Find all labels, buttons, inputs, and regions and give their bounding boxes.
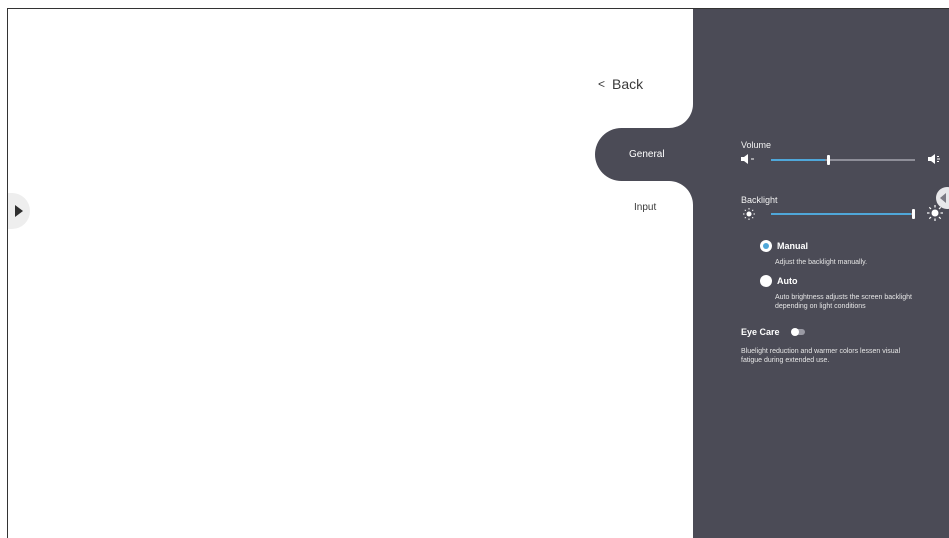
eye-care-toggle[interactable] (791, 328, 805, 336)
volume-slider-thumb[interactable] (827, 155, 830, 165)
tab-corner-bottom (669, 181, 693, 205)
volume-slider-fill (771, 159, 825, 161)
auto-radio[interactable] (760, 275, 772, 287)
manual-radio[interactable] (760, 240, 772, 252)
screen: < Back General Input Volume Backlight Ma… (7, 8, 949, 538)
brightness-low-icon (743, 208, 755, 220)
tab-input[interactable]: Input (634, 202, 656, 213)
auto-description-line1: Auto brightness adjusts the screen backl… (775, 294, 912, 301)
auto-description-line2: depending on light conditions (775, 302, 866, 310)
side-menu-handle[interactable] (8, 193, 30, 229)
play-icon (15, 205, 23, 217)
tab-general-label: General (629, 149, 665, 160)
backlight-slider-thumb[interactable] (912, 209, 915, 219)
tab-input-label: Input (634, 202, 657, 213)
auto-label: Auto (777, 276, 798, 286)
auto-description: Auto brightness adjusts the screen backl… (775, 294, 912, 311)
volume-high-icon (928, 154, 940, 164)
tab-general[interactable]: General (595, 128, 693, 181)
backlight-label: Backlight (741, 195, 778, 205)
volume-slider[interactable] (771, 155, 915, 165)
eye-care-toggle-knob (791, 328, 799, 336)
manual-label: Manual (777, 241, 809, 251)
eye-care-label: Eye Care (741, 327, 780, 337)
volume-low-icon (741, 154, 754, 164)
back-button[interactable]: < Back (598, 76, 643, 92)
tab-corner-top (669, 104, 693, 128)
eye-care-description: Bluelight reduction and warmer colors le… (741, 348, 900, 365)
volume-label: Volume (741, 140, 772, 150)
eye-care-description-line2: fatigue during extended use. (741, 356, 830, 364)
backlight-slider[interactable] (771, 209, 915, 219)
collapse-arrow-icon (940, 193, 946, 203)
chevron-left-icon: < (598, 77, 606, 91)
backlight-slider-fill (771, 213, 911, 215)
manual-description: Adjust the backlight manually. (775, 259, 868, 266)
eye-care-description-line1: Bluelight reduction and warmer colors le… (741, 348, 901, 355)
back-label: Back (612, 76, 644, 92)
settings-panel (693, 9, 949, 538)
